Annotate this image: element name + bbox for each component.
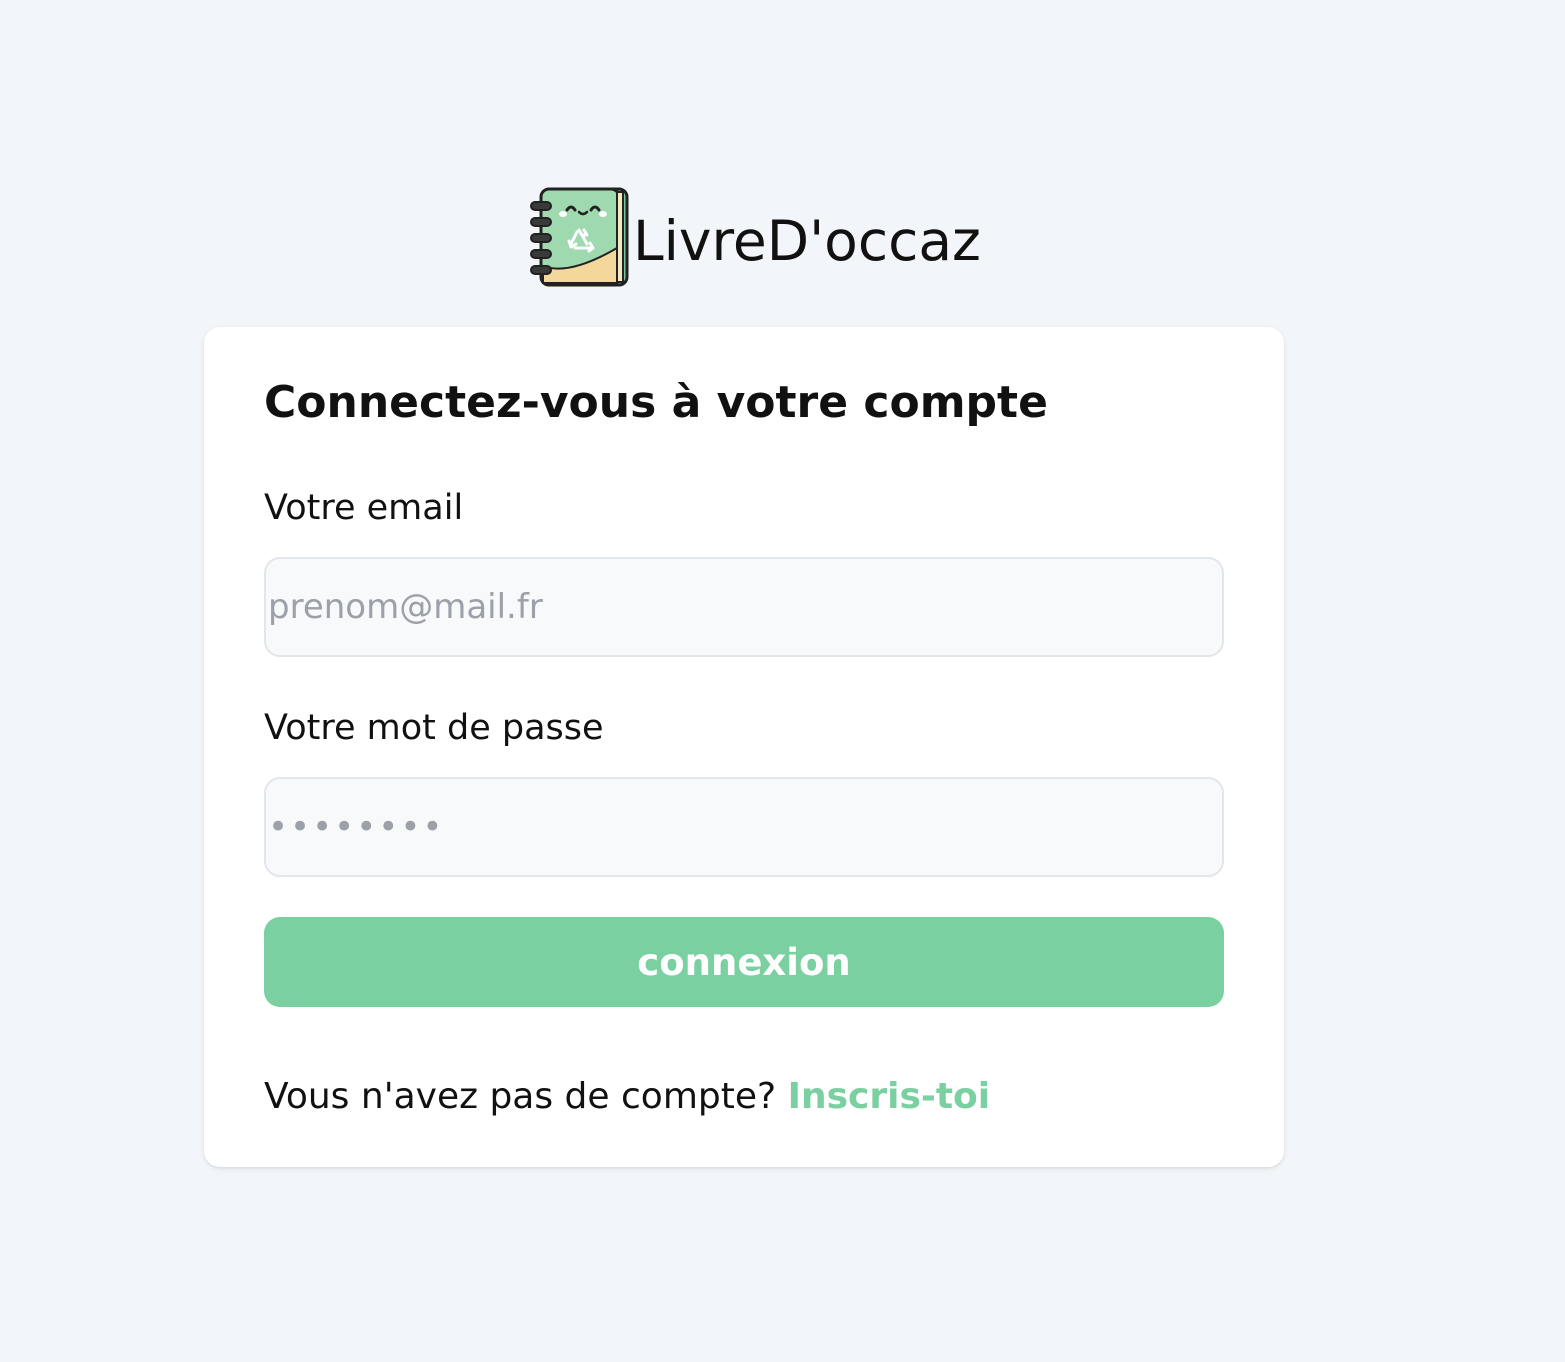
email-field[interactable]	[264, 557, 1224, 657]
signup-link[interactable]: Inscris-toi	[788, 1076, 991, 1117]
login-card: Connectez-vous à votre compte Votre emai…	[204, 327, 1284, 1167]
page-title: Connectez-vous à votre compte	[264, 377, 1048, 428]
password-field[interactable]	[264, 777, 1224, 877]
signup-prompt-line: Vous n'avez pas de compte? Inscris-toi	[264, 1075, 990, 1118]
brand-name: LivreD'occaz	[633, 208, 981, 273]
email-label: Votre email	[264, 488, 464, 528]
brand-header: LivreD'occaz	[529, 186, 981, 288]
login-button[interactable]: connexion	[264, 917, 1224, 1007]
password-label: Votre mot de passe	[264, 708, 604, 748]
recycled-notebook-icon	[530, 187, 629, 287]
signup-prompt-text: Vous n'avez pas de compte?	[264, 1076, 777, 1117]
